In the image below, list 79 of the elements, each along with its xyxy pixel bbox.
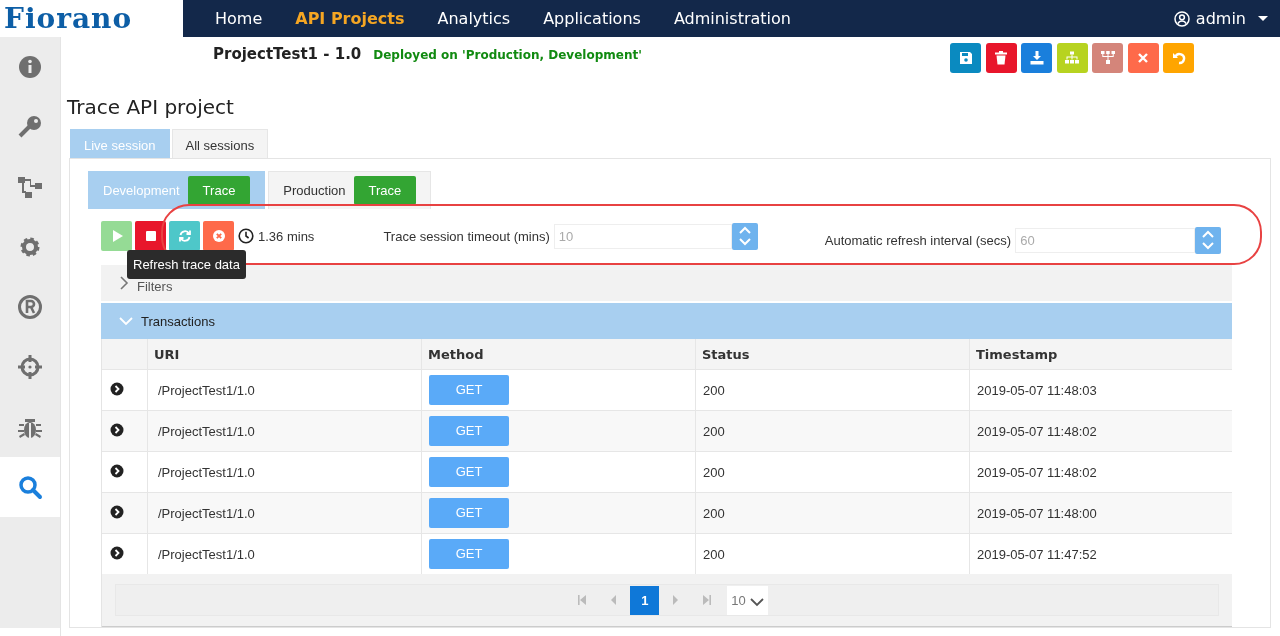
caret-icon [1258, 15, 1268, 22]
download-button[interactable] [1021, 43, 1052, 73]
chevron-icon [749, 597, 764, 607]
method-badge: GET [429, 375, 509, 405]
table-cell: 2019-05-07 11:48:02 [969, 410, 1232, 452]
logo[interactable]: Fiorano [0, 0, 183, 37]
page-size-dropdown[interactable]: 10 [727, 585, 768, 615]
tooltip: Refresh trace data [127, 250, 246, 279]
spinner-button[interactable] [1195, 226, 1222, 254]
table-cell: 2019-05-07 11:48:00 [969, 492, 1232, 534]
column-header: Method [421, 339, 696, 370]
elapsed-time: 1.36 mins [258, 228, 315, 244]
column-header: URI [147, 339, 422, 370]
sidebar-item[interactable] [0, 37, 60, 97]
refresh-interval-label: Automatic refresh interval (secs) [824, 232, 1012, 248]
page-title: Trace API project [67, 95, 235, 119]
nav-link[interactable]: Administration [673, 9, 791, 28]
clock-icon [238, 228, 254, 244]
table-cell: /ProjectTest1/1.0 [147, 492, 422, 534]
clear-button[interactable] [203, 221, 234, 251]
close-button[interactable] [1127, 43, 1159, 73]
save-icon [958, 51, 973, 65]
spinner-button[interactable] [731, 222, 758, 250]
stop-button[interactable] [135, 221, 166, 251]
sitemap-icon [1065, 51, 1079, 65]
expand-row-icon[interactable] [110, 463, 124, 478]
registered-mark-icon [17, 294, 43, 320]
environment-label: Development [103, 183, 180, 198]
expand-row-icon[interactable] [110, 422, 124, 437]
table-cell: 200 [695, 492, 970, 534]
page-button[interactable]: 1 [630, 585, 660, 615]
environment-tab[interactable]: Production Trace [268, 171, 432, 209]
method-badge: GET [429, 457, 509, 487]
column-header: Status [695, 339, 970, 370]
method-badge: GET [429, 416, 509, 446]
expand-row-icon[interactable] [110, 504, 124, 519]
method-badge: GET [429, 539, 509, 569]
delete-icon [994, 51, 1008, 65]
chevron-icon [119, 316, 133, 326]
table-cell: /ProjectTest1/1.0 [147, 410, 422, 452]
user-icon [1173, 10, 1190, 27]
nav-link[interactable]: Applications [543, 9, 641, 28]
crosshair-icon [17, 354, 43, 380]
stop-icon [143, 229, 158, 243]
project-title: ProjectTest1 - 1.0 [213, 45, 362, 63]
expand-row-icon[interactable] [110, 545, 124, 560]
timeout-field[interactable]: 10 [553, 223, 732, 249]
transactions-header[interactable]: Transactions [101, 303, 1232, 339]
chevron-icon [119, 276, 129, 290]
delete-button[interactable] [985, 43, 1017, 73]
search-icon [17, 474, 43, 500]
clear-icon [211, 229, 226, 243]
info-icon [17, 54, 43, 80]
flow-diagram-icon [17, 174, 43, 200]
refresh-icon [177, 229, 192, 243]
nav-link[interactable]: API Projects [295, 9, 405, 28]
session-tab[interactable]: All sessions [171, 129, 269, 158]
hierarchy-icon [1100, 51, 1115, 65]
environment-label: Production [283, 183, 346, 198]
up-down-arrows-icon [738, 226, 751, 246]
refresh-interval-field[interactable]: 60 [1015, 227, 1196, 253]
close-icon [1136, 51, 1150, 65]
save-button[interactable] [950, 43, 981, 73]
expand-row-icon[interactable] [110, 381, 124, 396]
table-cell: 200 [695, 410, 970, 452]
hierarchy-button[interactable] [1092, 43, 1123, 73]
undo-icon [1171, 51, 1186, 65]
key-icon [17, 114, 43, 140]
download-icon [1029, 51, 1044, 65]
nav-link[interactable]: Analytics [437, 9, 511, 28]
deployment-status: Deployed on 'Production, Development' [373, 48, 642, 62]
refresh-button[interactable] [169, 221, 200, 251]
column-header: Timestamp [969, 339, 1232, 370]
sidebar-item[interactable] [0, 397, 60, 457]
user-menu[interactable]: admin [1173, 9, 1268, 28]
nav-link[interactable]: Home [215, 9, 263, 28]
up-down-arrows-icon [1202, 230, 1215, 250]
method-badge: GET [429, 498, 509, 528]
timeout-label: Trace session timeout (mins) [383, 228, 550, 244]
